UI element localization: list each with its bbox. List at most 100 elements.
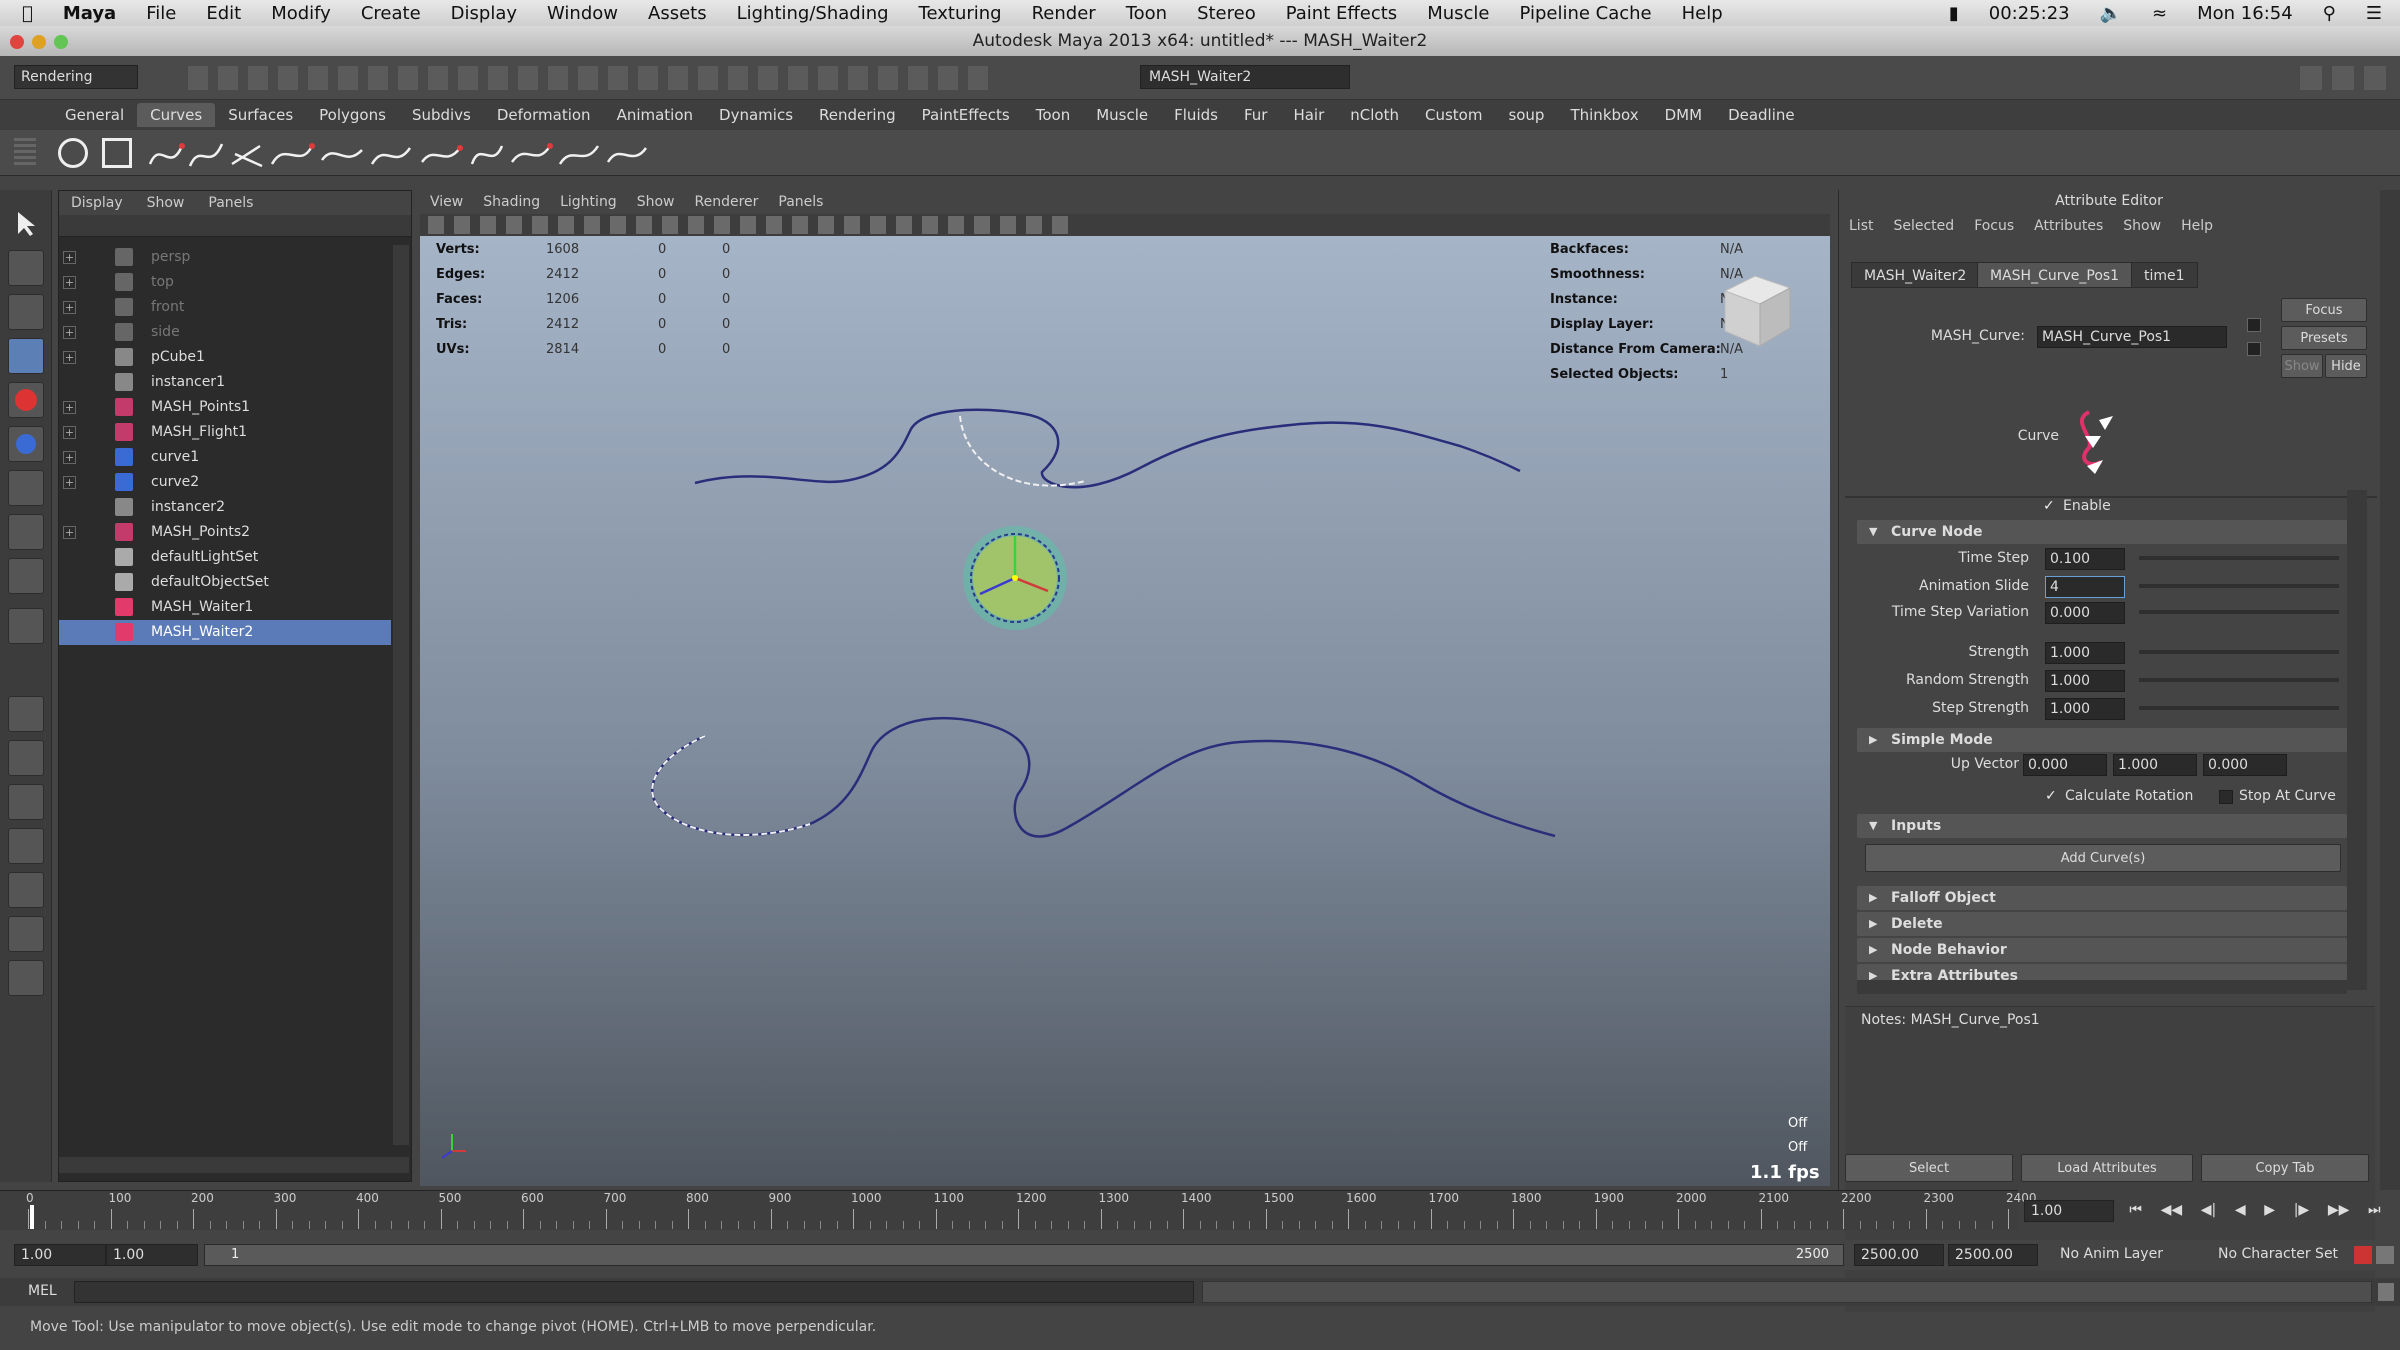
outliner-item-mash_points2[interactable]: + MASH_Points2 (59, 520, 391, 545)
ae-tab-time1[interactable]: time1 (2131, 262, 2198, 288)
scale-tool-icon[interactable] (8, 426, 44, 462)
menu-window[interactable]: Window (532, 3, 633, 24)
shelf-tab-curves[interactable]: Curves (137, 103, 216, 127)
play-forwards-icon[interactable]: ▶ (2264, 1202, 2275, 1222)
calculate-rotation-checkbox[interactable]: ✓ (2045, 788, 2061, 804)
app-menu[interactable]: Maya (48, 3, 131, 24)
step-strength-field[interactable]: 1.000 (2045, 698, 2125, 720)
viewport[interactable]: Verts: 1608 0 0 Edges: 2412 0 0 Faces: 1206 0 0 Tris… (420, 236, 1830, 1186)
wifi-icon[interactable]: ≈ (2137, 3, 2182, 24)
curve1[interactable] (694, 408, 1521, 489)
shelf-tab-subdivs[interactable]: Subdivs (399, 103, 484, 127)
expand-toggle-icon[interactable]: + (63, 351, 76, 364)
go-to-end-icon[interactable]: ⏭ (2368, 1202, 2381, 1222)
section-delete[interactable]: ▶ Delete (1857, 912, 2347, 936)
viewport-menu-renderer[interactable]: Renderer (684, 194, 768, 210)
outliner-item-persp[interactable]: + persp (59, 245, 391, 270)
strength-slider[interactable] (2139, 650, 2339, 654)
ae-copy-tab-button[interactable]: Copy Tab (2201, 1154, 2369, 1182)
section-simple-mode[interactable]: ▶ Simple Mode (1857, 728, 2347, 752)
close-window-button[interactable] (10, 35, 24, 49)
random-strength-slider[interactable] (2139, 678, 2339, 682)
outliner-item-instancer1[interactable]: instancer1 (59, 370, 391, 395)
ae-hide-button[interactable]: Hide (2325, 354, 2367, 378)
outliner-item-defaultlightset[interactable]: defaultLightSet (59, 545, 391, 570)
shelf-tab-dynamics[interactable]: Dynamics (706, 103, 806, 127)
shelf-menu-icon[interactable] (14, 138, 36, 168)
move-tool-icon[interactable] (8, 338, 44, 374)
outliner-item-curve2[interactable]: + curve2 (59, 470, 391, 495)
ae-tab-mash-curve-pos1[interactable]: MASH_Curve_Pos1 (1977, 262, 2133, 288)
viewport-menu-shading[interactable]: Shading (473, 194, 550, 210)
ae-enable-checkbox[interactable]: ✓ (2043, 498, 2059, 514)
script-editor-icon[interactable] (2378, 1283, 2394, 1301)
name-field[interactable]: MASH_Waiter2 (1140, 65, 1350, 89)
quick-layout-icon[interactable] (8, 1140, 44, 1176)
animation-slide-field[interactable]: 4 (2045, 576, 2125, 598)
outliner-horizontal-scrollbar[interactable] (59, 1157, 409, 1173)
outliner-menu-panels[interactable]: Panels (196, 195, 265, 211)
section-falloff-object[interactable]: ▶ Falloff Object (1857, 886, 2347, 910)
animation-slide-slider[interactable] (2139, 584, 2339, 588)
viewport-menu-view[interactable]: View (420, 194, 473, 210)
outliner-item-mash_points1[interactable]: + MASH_Points1 (59, 395, 391, 420)
section-curve-node[interactable]: ▼ Curve Node (1857, 520, 2347, 544)
outliner-item-mash_waiter1[interactable]: MASH_Waiter1 (59, 595, 391, 620)
auto-key-icon[interactable] (2354, 1246, 2372, 1264)
ae-menu-attributes[interactable]: Attributes (2024, 218, 2113, 234)
curve-tools-icons[interactable] (140, 134, 660, 174)
persp-uv-layout-icon[interactable] (8, 916, 44, 952)
outliner-item-front[interactable]: + front (59, 295, 391, 320)
step-forward-icon[interactable]: ▶▶ (2328, 1202, 2350, 1222)
animation-preferences-icon[interactable] (2376, 1246, 2394, 1264)
character-set-dropdown[interactable]: No Character Set (2218, 1246, 2338, 1262)
ae-horizontal-scrollbar[interactable] (1857, 980, 2347, 994)
range-slider[interactable]: 1 2500 (204, 1244, 1844, 1266)
paint-select-tool-icon[interactable] (8, 294, 44, 330)
viewport-menu-lighting[interactable]: Lighting (550, 194, 627, 210)
ae-menu-list[interactable]: List (1839, 218, 1883, 234)
ae-node-name-field[interactable]: MASH_Curve_Pos1 (2037, 326, 2227, 348)
zoom-window-button[interactable] (54, 35, 68, 49)
single-perspective-layout-icon[interactable] (8, 696, 44, 732)
lasso-tool-icon[interactable] (8, 250, 44, 286)
ae-menu-selected[interactable]: Selected (1883, 218, 1964, 234)
menu-lighting-shading[interactable]: Lighting/Shading (722, 3, 904, 24)
outliner-item-curve1[interactable]: + curve1 (59, 445, 391, 470)
shelf-tab-toon[interactable]: Toon (1023, 103, 1083, 127)
shelf-tab-surfaces[interactable]: Surfaces (215, 103, 306, 127)
time-step-field[interactable]: 0.100 (2045, 548, 2125, 570)
stop-at-curve-checkbox[interactable] (2219, 790, 2233, 804)
square-icon[interactable] (102, 138, 132, 168)
persp-graph-layout-icon[interactable] (8, 828, 44, 864)
menu-modify[interactable]: Modify (256, 3, 346, 24)
anim-layer-dropdown[interactable]: No Anim Layer (2060, 1246, 2163, 1262)
outliner-layout-icon[interactable] (8, 960, 44, 996)
last-tool-icon[interactable] (8, 608, 44, 644)
notifications-icon[interactable]: ☰ (2351, 3, 2400, 24)
outliner-item-mash_waiter2[interactable]: MASH_Waiter2 (59, 620, 391, 645)
select-tool-icon[interactable] (8, 206, 44, 242)
expand-toggle-icon[interactable]: + (63, 276, 76, 289)
random-strength-field[interactable]: 1.000 (2045, 670, 2125, 692)
mel-label[interactable]: MEL (28, 1283, 57, 1299)
outliner-item-mash_flight1[interactable]: + MASH_Flight1 (59, 420, 391, 445)
show-manipulator-icon[interactable] (8, 558, 44, 594)
ae-tab-mash-waiter2[interactable]: MASH_Waiter2 (1851, 262, 1980, 288)
ae-go-to-output-icon[interactable] (2247, 342, 2261, 356)
outliner-item-pcube1[interactable]: + pCube1 (59, 345, 391, 370)
shelf-tab-polygons[interactable]: Polygons (306, 103, 399, 127)
ae-menu-focus[interactable]: Focus (1964, 218, 2024, 234)
strength-field[interactable]: 1.000 (2045, 642, 2125, 664)
step-forward-key-icon[interactable]: |▶ (2294, 1202, 2309, 1222)
outliner-item-defaultobjectset[interactable]: defaultObjectSet (59, 570, 391, 595)
ae-select-button[interactable]: Select (1845, 1154, 2013, 1182)
section-node-behavior[interactable]: ▶ Node Behavior (1857, 938, 2347, 962)
menu-help[interactable]: Help (1667, 3, 1738, 24)
viewport-menu-show[interactable]: Show (627, 194, 685, 210)
section-inputs[interactable]: ▼ Inputs (1857, 814, 2347, 838)
ae-show-button[interactable]: Show (2281, 354, 2323, 378)
time-step-variation-field[interactable]: 0.000 (2045, 602, 2125, 624)
shelf-tab-thinkbox[interactable]: Thinkbox (1557, 103, 1651, 127)
shelf-tab-custom[interactable]: Custom (1412, 103, 1495, 127)
